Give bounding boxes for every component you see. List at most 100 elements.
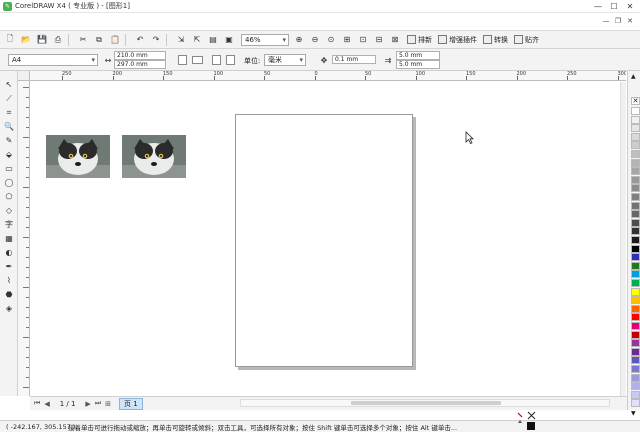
color-swatch[interactable] bbox=[631, 356, 640, 365]
page-height-field[interactable]: 297.0 mm bbox=[114, 60, 166, 69]
landscape-icon[interactable] bbox=[192, 56, 203, 64]
color-swatch[interactable] bbox=[631, 124, 640, 133]
color-swatch[interactable] bbox=[631, 167, 640, 176]
ruler-origin[interactable] bbox=[18, 71, 30, 81]
duplicate-y-field[interactable]: 5.0 mm bbox=[396, 60, 440, 69]
horizontal-ruler[interactable]: 250 200 150 100 50 0 50 100 150 200 250 300 bbox=[30, 71, 626, 81]
color-swatch[interactable] bbox=[631, 201, 640, 210]
palette-scroll-up-icon[interactable]: ▲ bbox=[631, 73, 636, 80]
zoom-level-select[interactable]: 46% bbox=[241, 33, 289, 46]
color-swatch[interactable] bbox=[631, 175, 640, 184]
vertical-ruler[interactable] bbox=[18, 81, 30, 396]
outline-tool-icon[interactable]: ⌇ bbox=[3, 275, 15, 286]
polygon-tool-icon[interactable]: ⬠ bbox=[3, 191, 15, 202]
units-select[interactable]: 毫米 bbox=[264, 54, 306, 66]
interactive-fill-tool-icon[interactable]: ◈ bbox=[3, 303, 15, 314]
launcher-icon[interactable]: ▤ bbox=[207, 34, 219, 46]
a4-page[interactable] bbox=[235, 114, 413, 367]
all-pages-icon[interactable] bbox=[212, 55, 221, 65]
color-swatch[interactable] bbox=[631, 373, 640, 382]
color-swatch[interactable] bbox=[631, 253, 640, 262]
add-page-icon[interactable]: ⊞ bbox=[105, 400, 111, 408]
color-swatch[interactable] bbox=[631, 227, 640, 236]
table-tool-icon[interactable]: ▦ bbox=[3, 233, 15, 244]
zoom-width-icon[interactable]: ⊟ bbox=[373, 34, 385, 46]
interactive-tool-icon[interactable]: ◐ bbox=[3, 247, 15, 258]
zoom-height-icon[interactable]: ⊠ bbox=[389, 34, 401, 46]
maximize-icon[interactable]: ☐ bbox=[606, 0, 622, 13]
color-swatch[interactable] bbox=[631, 347, 640, 356]
page-tab[interactable]: 页 1 bbox=[119, 397, 143, 410]
toolbar-button-arrange[interactable]: 排新 bbox=[407, 35, 432, 45]
next-page-icon[interactable]: ▶ bbox=[85, 400, 90, 408]
rectangle-tool-icon[interactable]: ▭ bbox=[3, 163, 15, 174]
color-swatch[interactable] bbox=[631, 399, 640, 408]
color-swatch[interactable] bbox=[631, 132, 640, 141]
fill-outline-indicator[interactable] bbox=[516, 411, 536, 431]
prev-page-icon[interactable]: ◀ bbox=[44, 400, 49, 408]
color-swatch[interactable] bbox=[631, 313, 640, 322]
color-swatch[interactable] bbox=[631, 184, 640, 193]
pick-tool-icon[interactable]: ↖ bbox=[3, 79, 15, 90]
color-swatch[interactable] bbox=[631, 210, 640, 219]
close-icon[interactable]: ✕ bbox=[622, 0, 638, 13]
color-swatch[interactable] bbox=[631, 279, 640, 287]
color-swatch[interactable] bbox=[631, 365, 640, 373]
zoom-selected-icon[interactable]: ⊙ bbox=[325, 34, 337, 46]
color-swatch[interactable] bbox=[631, 218, 640, 227]
cat-photo-1[interactable] bbox=[46, 135, 110, 178]
new-document-icon[interactable]: 🗋 bbox=[4, 34, 16, 46]
current-page-icon[interactable] bbox=[226, 55, 235, 65]
toolbar-button-convert[interactable]: 转换 bbox=[483, 35, 508, 45]
color-swatch[interactable] bbox=[631, 158, 640, 167]
text-tool-icon[interactable]: 字 bbox=[3, 219, 15, 230]
toolbar-button-plugins[interactable]: 增强插件 bbox=[438, 35, 477, 45]
page-size-select[interactable]: A4 bbox=[8, 54, 98, 66]
export-icon[interactable]: ⇱ bbox=[191, 34, 203, 46]
color-swatch[interactable] bbox=[631, 141, 640, 150]
undo-icon[interactable]: ↶ bbox=[134, 34, 146, 46]
zoom-out-icon[interactable]: ⊖ bbox=[309, 34, 321, 46]
minimize-icon[interactable]: — bbox=[590, 0, 606, 13]
save-icon[interactable]: 💾 bbox=[36, 34, 48, 46]
color-swatch[interactable] bbox=[631, 150, 640, 158]
vertical-scrollbar[interactable] bbox=[620, 82, 626, 396]
color-swatch[interactable] bbox=[631, 322, 640, 330]
zoom-all-icon[interactable]: ⊞ bbox=[341, 34, 353, 46]
page-width-field[interactable]: 210.0 mm bbox=[114, 51, 166, 60]
portrait-icon[interactable] bbox=[178, 55, 187, 65]
shape-tool-icon[interactable]: ⟋ bbox=[3, 93, 15, 104]
zoom-tool-icon[interactable]: 🔍 bbox=[3, 121, 15, 132]
basic-shapes-tool-icon[interactable]: ◇ bbox=[3, 205, 15, 216]
doc-minimize-icon[interactable]: — bbox=[600, 15, 612, 27]
nudge-distance-field[interactable]: 0.1 mm bbox=[332, 55, 376, 64]
color-swatch[interactable] bbox=[631, 236, 640, 244]
horizontal-scroll-thumb[interactable] bbox=[351, 401, 501, 405]
color-swatch[interactable] bbox=[631, 330, 640, 339]
color-swatch[interactable] bbox=[631, 304, 640, 313]
doc-restore-icon[interactable]: ❐ bbox=[612, 15, 624, 27]
no-fill-swatch[interactable]: ✕ bbox=[631, 97, 640, 105]
color-swatch[interactable] bbox=[631, 244, 640, 253]
palette-scroll-down-icon[interactable]: ▼ bbox=[631, 410, 636, 417]
paste-icon[interactable]: 📋 bbox=[109, 34, 121, 46]
color-swatch[interactable] bbox=[631, 107, 640, 115]
doc-close-icon[interactable]: ✕ bbox=[624, 15, 636, 27]
welcome-icon[interactable]: ▣ bbox=[223, 34, 235, 46]
color-swatch[interactable] bbox=[631, 287, 640, 296]
color-swatch[interactable] bbox=[631, 296, 640, 305]
last-page-icon[interactable]: ⏭ bbox=[95, 399, 101, 408]
eyedropper-tool-icon[interactable]: ✒ bbox=[3, 261, 15, 272]
cut-icon[interactable]: ✂ bbox=[77, 34, 89, 46]
freehand-tool-icon[interactable]: ✎ bbox=[3, 135, 15, 146]
color-swatch[interactable] bbox=[631, 270, 640, 279]
color-swatch[interactable] bbox=[631, 390, 640, 399]
color-swatch[interactable] bbox=[631, 261, 640, 270]
horizontal-scrollbar[interactable] bbox=[240, 399, 610, 407]
color-swatch[interactable] bbox=[631, 193, 640, 201]
open-icon[interactable]: 📂 bbox=[20, 34, 32, 46]
toolbar-button-snap[interactable]: 贴齐 bbox=[514, 35, 539, 45]
color-swatch[interactable] bbox=[631, 115, 640, 124]
import-icon[interactable]: ⇲ bbox=[175, 34, 187, 46]
zoom-in-icon[interactable]: ⊕ bbox=[293, 34, 305, 46]
